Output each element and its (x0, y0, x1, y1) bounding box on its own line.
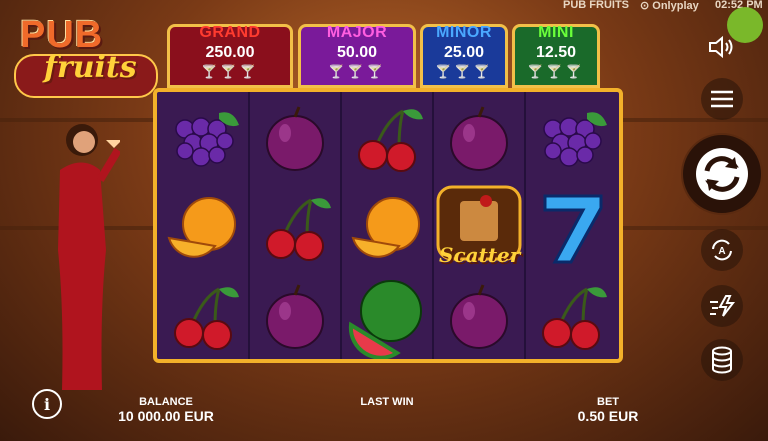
plum-icon (249, 272, 341, 359)
jackpot-label: MINI (538, 24, 574, 41)
jackpot-value: 250.00 (205, 44, 255, 61)
character-woman (58, 124, 120, 390)
autoplay-icon[interactable]: A (701, 229, 743, 271)
svg-text:A: A (718, 246, 725, 257)
grapes-icon (157, 94, 249, 183)
plum-icon (433, 94, 525, 183)
orange-icon (341, 183, 433, 272)
jackpot-value: 25.00 (443, 44, 485, 61)
jackpot-grand: GRAND 250.00 🍸🍸🍸 (167, 24, 293, 88)
game-logo: PUB fruits (14, 14, 158, 98)
balance-label: BALANCE (139, 396, 193, 408)
game-title: PUB FRUITS (563, 0, 629, 11)
jackpot-mini: MINI 12.50 🍸🍸🍸 (512, 24, 600, 88)
reel-column (525, 92, 617, 359)
menu-icon[interactable] (701, 78, 743, 120)
reel-column (341, 92, 433, 359)
cherries-icon (341, 94, 433, 183)
bet-coins-icon[interactable] (701, 339, 743, 381)
plum-icon (433, 272, 525, 359)
turbo-icon[interactable] (701, 285, 743, 327)
plum-icon (249, 94, 341, 183)
glass-icon: 🍸🍸🍸 (201, 64, 259, 79)
bet-label: BET (597, 396, 619, 408)
reel-column (249, 92, 341, 359)
orange-icon (157, 183, 249, 272)
glass-icon: 🍸🍸🍸 (527, 64, 585, 79)
cherries-icon (525, 272, 617, 359)
reel-column (157, 92, 249, 359)
reel-column: Scatter (433, 92, 525, 359)
jackpot-label: MAJOR (326, 24, 388, 41)
cherries-icon (157, 272, 249, 359)
watermelon-icon (341, 272, 433, 359)
glass-icon: 🍸🍸🍸 (435, 64, 493, 79)
jackpot-label: MINOR (436, 24, 492, 41)
jackpot-minor: MINOR 25.00 🍸🍸🍸 (420, 24, 508, 88)
status-bar: PUB FRUITS ⊙ Onlyplay 02:52 PM (0, 0, 768, 12)
sound-icon[interactable] (704, 32, 740, 62)
jackpot-value: 50.00 (336, 44, 378, 61)
jackpot-major: MAJOR 50.00 🍸🍸🍸 (298, 24, 416, 88)
grapes-icon (525, 94, 617, 183)
last-win-label: LAST WIN (360, 396, 414, 408)
scatter-icon: Scatter (433, 183, 525, 272)
provider-label: ⊙ Onlyplay (640, 0, 699, 12)
reel-grid: Scatter (153, 88, 623, 363)
jackpot-value: 12.50 (535, 44, 577, 61)
jackpot-label: GRAND (199, 24, 261, 41)
glass-icon: 🍸🍸🍸 (328, 64, 386, 79)
seven-icon (525, 183, 617, 272)
spin-icon[interactable] (681, 133, 763, 215)
bet-value[interactable]: 0.50 EUR (548, 408, 668, 424)
balance-value: 10 000.00 EUR (118, 408, 214, 424)
scatter-label: Scatter (439, 243, 521, 267)
info-icon[interactable]: i (32, 389, 62, 419)
cherries-icon (249, 183, 341, 272)
